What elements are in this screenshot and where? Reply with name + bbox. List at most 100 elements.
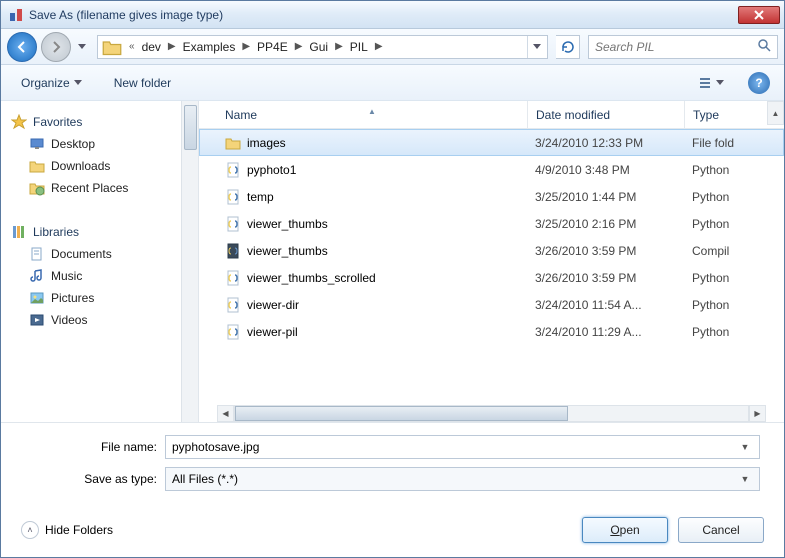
file-type: Python [684, 325, 737, 339]
help-button[interactable]: ? [748, 72, 770, 94]
scroll-left-button[interactable]: ◀ [217, 405, 234, 422]
file-type: Python [684, 163, 737, 177]
horizontal-scrollbar[interactable]: ◀ ▶ [199, 404, 784, 422]
savetype-label: Save as type: [25, 472, 165, 486]
app-icon [8, 7, 24, 23]
hide-folders-button[interactable]: ˄ Hide Folders [21, 521, 113, 539]
back-button[interactable] [7, 32, 37, 62]
column-name[interactable]: Name ▲ [217, 108, 527, 122]
sidebar-favorites-head[interactable]: Favorites [11, 111, 188, 133]
videos-icon [29, 312, 45, 328]
file-row[interactable]: pyphoto1 4/9/2010 3:48 PMPython [199, 156, 784, 183]
file-name: viewer_thumbs_scrolled [247, 271, 376, 285]
view-options-button[interactable] [696, 73, 728, 93]
chevron-left-icon: « [124, 41, 140, 52]
crumb-pil[interactable]: PIL [348, 40, 370, 54]
footer: ˄ Hide Folders Open Cancel [1, 503, 784, 557]
window-title: Save As (filename gives image type) [29, 8, 738, 22]
crumb-pp4e[interactable]: PP4E [255, 40, 290, 54]
documents-icon [29, 246, 45, 262]
desktop-icon [29, 136, 45, 152]
filename-input[interactable] [172, 440, 737, 454]
file-date: 3/24/2010 12:33 PM [527, 136, 684, 150]
file-date: 3/25/2010 2:16 PM [527, 217, 684, 231]
libraries-icon [11, 224, 27, 240]
file-name: images [247, 136, 286, 150]
filename-field[interactable]: ▼ [165, 435, 760, 459]
navbar: « dev ▶ Examples ▶ PP4E ▶ Gui ▶ PIL ▶ [1, 29, 784, 65]
sidebar-libraries-head[interactable]: Libraries [11, 221, 188, 243]
crumb-examples[interactable]: Examples [181, 40, 238, 54]
file-date: 4/9/2010 3:48 PM [527, 163, 684, 177]
cancel-button[interactable]: Cancel [678, 517, 764, 543]
file-type: Python [684, 217, 737, 231]
recent-icon [29, 180, 45, 196]
forward-button[interactable] [41, 32, 71, 62]
refresh-button[interactable] [556, 35, 580, 59]
savetype-value: All Files (*.*) [172, 472, 737, 486]
file-date: 3/26/2010 3:59 PM [527, 244, 684, 258]
breadcrumb-dropdown[interactable] [527, 36, 545, 58]
save-as-dialog: Save As (filename gives image type) « de… [0, 0, 785, 558]
folder-icon [225, 135, 241, 151]
file-type: Python [684, 298, 737, 312]
file-row[interactable]: images3/24/2010 12:33 PMFile fold [199, 129, 784, 156]
open-button[interactable]: Open [582, 517, 668, 543]
file-type: Compil [684, 244, 737, 258]
file-row[interactable]: viewer_thumbs_scrolled 3/26/2010 3:59 PMP… [199, 264, 784, 291]
file-name: pyphoto1 [247, 163, 296, 177]
file-list: ▲ Name ▲ Date modified Type images 3/24/2… [199, 101, 784, 422]
chevron-down-icon[interactable]: ▼ [737, 474, 753, 484]
file-type: Python [684, 271, 737, 285]
sidebar: Favorites Desktop Downloads Recent Place… [1, 101, 199, 422]
crumb-dev[interactable]: dev [140, 40, 163, 54]
file-row[interactable]: viewer_thumbs 3/25/2010 2:16 PMPython [199, 210, 784, 237]
breadcrumb[interactable]: « dev ▶ Examples ▶ PP4E ▶ Gui ▶ PIL ▶ [97, 35, 548, 59]
file-row[interactable]: viewer-dir3/24/2010 11:54 A...Python [199, 291, 784, 318]
file-name: viewer-pil [247, 325, 298, 339]
column-date[interactable]: Date modified [527, 101, 684, 128]
close-button[interactable] [738, 6, 780, 24]
sidebar-item-videos[interactable]: Videos [11, 309, 188, 331]
sidebar-scrollbar[interactable] [181, 101, 198, 422]
organize-button[interactable]: Organize [15, 72, 88, 94]
search-input[interactable] [595, 40, 757, 54]
sidebar-item-music[interactable]: Music [11, 265, 188, 287]
python-file-icon [225, 162, 241, 178]
chevron-right-icon: ▶ [290, 41, 308, 52]
file-row[interactable]: viewer-pil3/24/2010 11:29 A...Python [199, 318, 784, 345]
chevron-down-icon [716, 80, 724, 85]
chevron-down-icon[interactable]: ▼ [737, 442, 753, 452]
nav-history-dropdown[interactable] [75, 35, 89, 59]
search-icon [757, 38, 771, 55]
music-icon [29, 268, 45, 284]
scroll-right-button[interactable]: ▶ [749, 405, 766, 422]
crumb-gui[interactable]: Gui [307, 40, 330, 54]
file-date: 3/25/2010 1:44 PM [527, 190, 684, 204]
file-row[interactable]: temp3/25/2010 1:44 PMPython [199, 183, 784, 210]
new-folder-button[interactable]: New folder [108, 72, 177, 94]
sidebar-item-pictures[interactable]: Pictures [11, 287, 188, 309]
sidebar-item-downloads[interactable]: Downloads [11, 155, 188, 177]
column-type[interactable]: Type [684, 101, 784, 128]
pictures-icon [29, 290, 45, 306]
file-row[interactable]: viewer_thumbs3/26/2010 3:59 PMCompil [199, 237, 784, 264]
star-icon [11, 114, 27, 130]
chevron-down-icon [74, 80, 82, 85]
sidebar-item-desktop[interactable]: Desktop [11, 133, 188, 155]
file-date: 3/26/2010 3:59 PM [527, 271, 684, 285]
python-file-icon [225, 297, 241, 313]
savetype-field[interactable]: All Files (*.*) ▼ [165, 467, 760, 491]
folder-icon [102, 37, 122, 57]
file-name: viewer_thumbs [247, 217, 328, 231]
sort-asc-icon: ▲ [368, 107, 376, 116]
sidebar-item-recent[interactable]: Recent Places [11, 177, 188, 199]
python-file-icon [225, 189, 241, 205]
python-file-icon [225, 324, 241, 340]
file-name: viewer-dir [247, 298, 299, 312]
python-file-icon [225, 243, 241, 259]
downloads-icon [29, 158, 45, 174]
collapse-icon: ˄ [21, 521, 39, 539]
sidebar-item-documents[interactable]: Documents [11, 243, 188, 265]
search-box[interactable] [588, 35, 778, 59]
